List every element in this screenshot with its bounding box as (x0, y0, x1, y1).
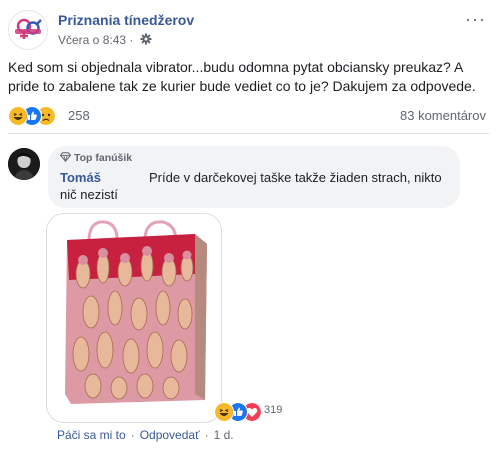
reaction-count[interactable]: 258 (68, 108, 90, 123)
comment-text-line1: Príde v darčekovej taške takže žiaden st… (149, 170, 442, 185)
comment-actions: Páči sa mi to · Odpovedať · 1 d. (57, 428, 234, 442)
page-logo-icon (9, 11, 47, 49)
haha-icon (8, 106, 28, 126)
diamond-icon (60, 152, 71, 162)
page-avatar[interactable] (8, 10, 48, 50)
page-name[interactable]: Priznania tínedžerov (58, 12, 194, 28)
separator-dot: · (204, 428, 209, 442)
post-text: Ked som si objednala vibrator...budu odo… (8, 59, 476, 94)
gift-bag-photo (47, 214, 221, 422)
comment-text-line2: nič nezistí (60, 187, 118, 202)
top-fan-label: Top fanúšik (74, 152, 133, 164)
reply-link[interactable]: Odpovedať (140, 428, 200, 442)
comment-image[interactable] (46, 213, 222, 423)
post-timestamp[interactable]: Včera o 8:43 · (58, 33, 152, 47)
top-fan-badge: Top fanúšik (60, 152, 132, 164)
more-options-button[interactable]: ··· (465, 10, 486, 28)
avatar[interactable] (8, 148, 40, 180)
like-comment-link[interactable]: Páči sa mi to (57, 428, 126, 442)
post-header: Priznania tínedžerov Včera o 8:43 · ··· (8, 8, 488, 50)
user-photo-icon (8, 148, 40, 180)
comment-bubble: Top fanúšik Tomáš Príde v darčekovej taš… (48, 146, 460, 208)
gear-icon[interactable] (140, 33, 152, 45)
comment-reaction-count[interactable]: 319 (264, 404, 282, 416)
comment-timestamp[interactable]: 1 d. (214, 428, 234, 442)
post-time-text[interactable]: Včera o 8:43 · (58, 33, 133, 47)
separator-dot: · (130, 428, 135, 442)
comments-count[interactable]: 83 komentárov (400, 108, 486, 123)
divider (8, 133, 489, 134)
haha-icon (214, 402, 234, 422)
comment-author[interactable]: Tomáš (60, 170, 101, 185)
reactions-bar: 258 83 komentárov (8, 106, 486, 128)
